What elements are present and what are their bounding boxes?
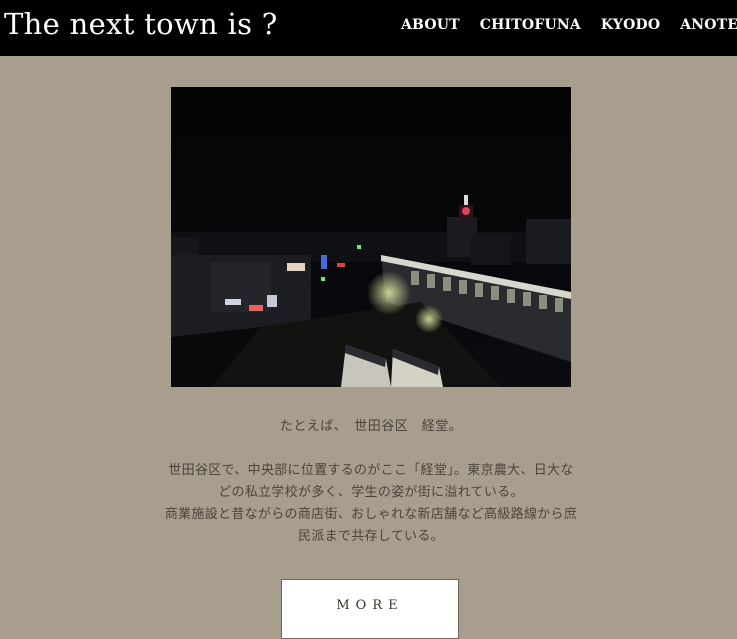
- more-button[interactable]: MORE: [281, 579, 459, 639]
- intro-section: たとえば、 世田谷区 経堂。 世田谷区で、中央部に位置するのがここ「経堂」。東京…: [145, 416, 597, 548]
- description-line: どの私立学校が多く、学生の姿が街に溢れている。: [218, 485, 524, 500]
- description-text: 世田谷区で、中央部に位置するのがここ「経堂」。東京農大、日大な どの私立学校が多…: [145, 460, 597, 548]
- town-night-photo: [171, 87, 571, 387]
- site-header: The next town is ? ABOUT CHITOFUNA KYODO…: [0, 0, 737, 56]
- town-night-photo-illustration: [171, 87, 571, 387]
- description-line: 商業施設と昔ながらの商店街、おしゃれな新店舗など高級路線から庶: [164, 507, 578, 522]
- lead-text: たとえば、 世田谷区 経堂。: [279, 419, 463, 434]
- main-nav: ABOUT CHITOFUNA KYODO ANOTEHR: [401, 17, 737, 33]
- nav-item-kyodo[interactable]: KYODO: [601, 17, 660, 33]
- description-line: 世田谷区で、中央部に位置するのがここ「経堂」。東京農大、日大な: [168, 463, 574, 478]
- nav-item-chitofuna[interactable]: CHITOFUNA: [480, 17, 581, 33]
- description-line: 民派まで共存している。: [298, 529, 444, 544]
- nav-item-about[interactable]: ABOUT: [401, 17, 460, 33]
- site-title[interactable]: The next town is ?: [4, 7, 278, 41]
- nav-item-anotehr[interactable]: ANOTEHR: [680, 17, 737, 33]
